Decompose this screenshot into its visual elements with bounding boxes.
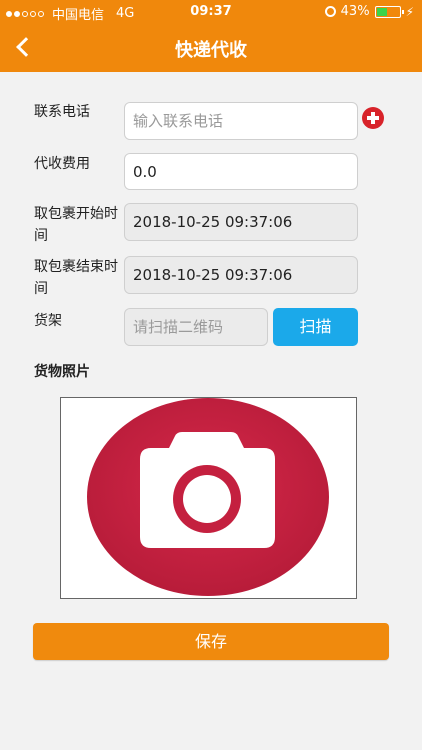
scan-button[interactable]: 扫描 <box>273 308 358 346</box>
camera-icon <box>87 398 329 596</box>
phone-input[interactable] <box>124 102 358 140</box>
end-time-label: 取包裹结束时 间 <box>34 259 118 297</box>
charging-icon: ⚡ <box>405 4 414 19</box>
photo-label: 货物照片 <box>34 364 90 380</box>
fee-input[interactable]: 0.0 <box>124 153 358 190</box>
status-bar: 中国电信 4G 09:37 43% ⚡ <box>0 0 422 24</box>
nav-bar: 快递代收 <box>0 24 422 72</box>
end-time-field[interactable]: 2018-10-25 09:37:06 <box>124 256 358 294</box>
fee-label: 代收费用 <box>34 156 90 172</box>
battery-icon <box>374 5 404 18</box>
photo-upload-area[interactable] <box>60 397 357 599</box>
alarm-icon <box>324 6 336 17</box>
page-title: 快递代收 <box>175 40 247 61</box>
top-bar: 中国电信 4G 09:37 43% ⚡ 快递代收 <box>0 0 422 72</box>
add-contact-icon[interactable] <box>362 107 384 129</box>
start-time-field[interactable]: 2018-10-25 09:37:06 <box>124 203 358 241</box>
shelf-qr-field[interactable]: 请扫描二维码 <box>124 308 268 346</box>
shelf-label: 货架 <box>34 313 62 329</box>
phone-label: 联系电话 <box>34 104 90 120</box>
start-time-label: 取包裹开始时 间 <box>34 206 118 244</box>
save-button[interactable]: 保存 <box>33 623 389 660</box>
battery-percent: 43% <box>340 4 370 19</box>
